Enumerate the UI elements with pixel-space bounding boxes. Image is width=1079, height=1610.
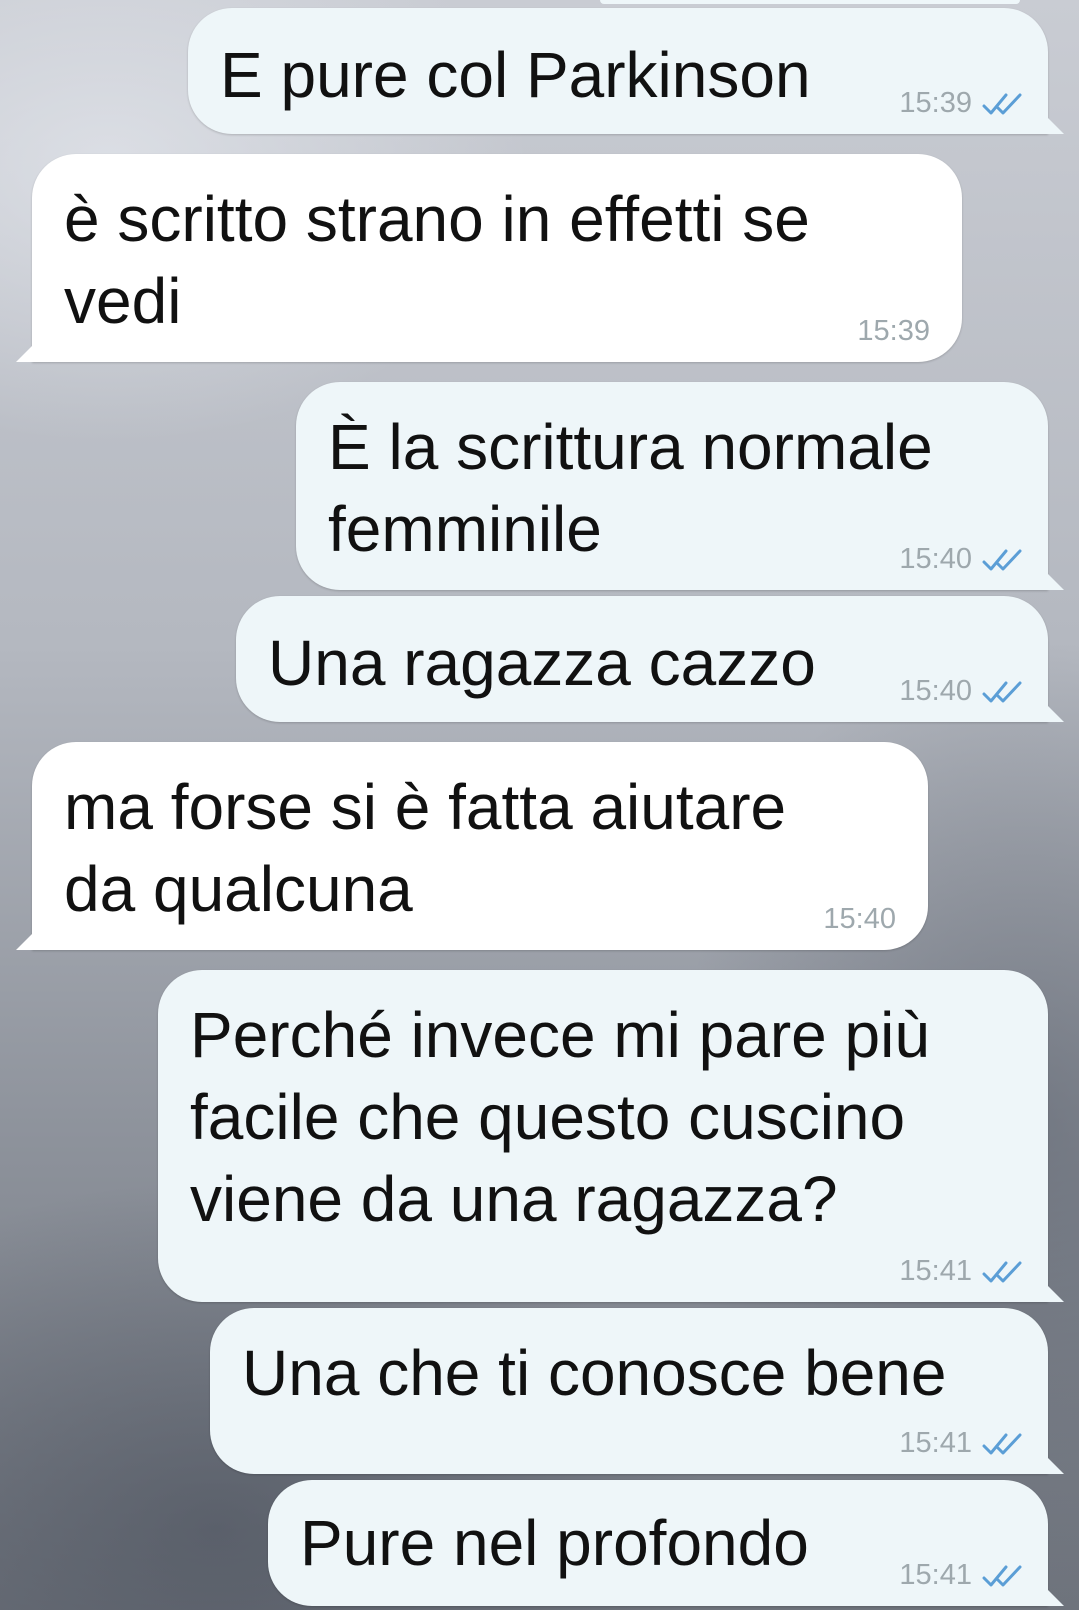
double-check-icon <box>982 1565 1022 1586</box>
message-meta: 15:40 <box>899 675 1026 708</box>
message-bubble-incoming[interactable]: ma forse si è fatta aiutare da qualcuna … <box>16 742 928 950</box>
double-check-icon <box>982 549 1022 570</box>
message-time: 15:40 <box>823 903 896 935</box>
message-meta: 15:40 <box>899 543 1026 576</box>
message-meta: 15:41 <box>899 1427 1026 1460</box>
message-bubble-outgoing[interactable]: Perché invece mi pare più facile che que… <box>158 970 1064 1302</box>
message-text: È la scrittura normale femminile <box>328 411 933 565</box>
message-text: Una ragazza cazzo <box>268 627 816 699</box>
message-time: 15:40 <box>899 675 972 707</box>
message-meta: 15:41 <box>899 1255 1026 1288</box>
message-bubble-outgoing[interactable]: È la scrittura normale femminile 15:40 <box>296 382 1064 590</box>
message-bubble-outgoing[interactable]: Una ragazza cazzo 15:40 <box>236 596 1064 722</box>
message-text: Una che ti conosce bene <box>242 1337 947 1409</box>
message-time: 15:41 <box>899 1255 972 1287</box>
message-text: Pure nel profondo <box>300 1507 809 1579</box>
message-meta: 15:41 <box>899 1559 1026 1592</box>
message-time: 15:41 <box>899 1427 972 1459</box>
message-time: 15:39 <box>857 315 930 347</box>
message-meta: 15:39 <box>857 315 930 348</box>
previous-message-edge <box>600 0 1020 4</box>
double-check-icon <box>982 1261 1022 1282</box>
message-bubble-incoming[interactable]: è scritto strano in effetti se vedi 15:3… <box>16 154 962 362</box>
double-check-icon <box>982 93 1022 114</box>
double-check-icon <box>982 1433 1022 1454</box>
chat-area[interactable]: E pure col Parkinson 15:39 è scritto str… <box>0 0 1079 1610</box>
message-bubble-outgoing[interactable]: Pure nel profondo 15:41 <box>268 1480 1064 1606</box>
message-meta: 15:39 <box>899 87 1026 120</box>
message-text: ma forse si è fatta aiutare da qualcuna <box>64 771 787 925</box>
message-text: è scritto strano in effetti se vedi <box>64 183 810 337</box>
message-time: 15:41 <box>899 1559 972 1591</box>
message-text: E pure col Parkinson <box>220 39 811 111</box>
message-time: 15:40 <box>899 543 972 575</box>
message-bubble-outgoing[interactable]: Una che ti conosce bene 15:41 <box>210 1308 1064 1474</box>
message-text: Perché invece mi pare più facile che que… <box>190 999 930 1235</box>
double-check-icon <box>982 681 1022 702</box>
message-time: 15:39 <box>899 87 972 119</box>
message-bubble-outgoing[interactable]: E pure col Parkinson 15:39 <box>188 8 1064 134</box>
message-meta: 15:40 <box>823 903 896 936</box>
